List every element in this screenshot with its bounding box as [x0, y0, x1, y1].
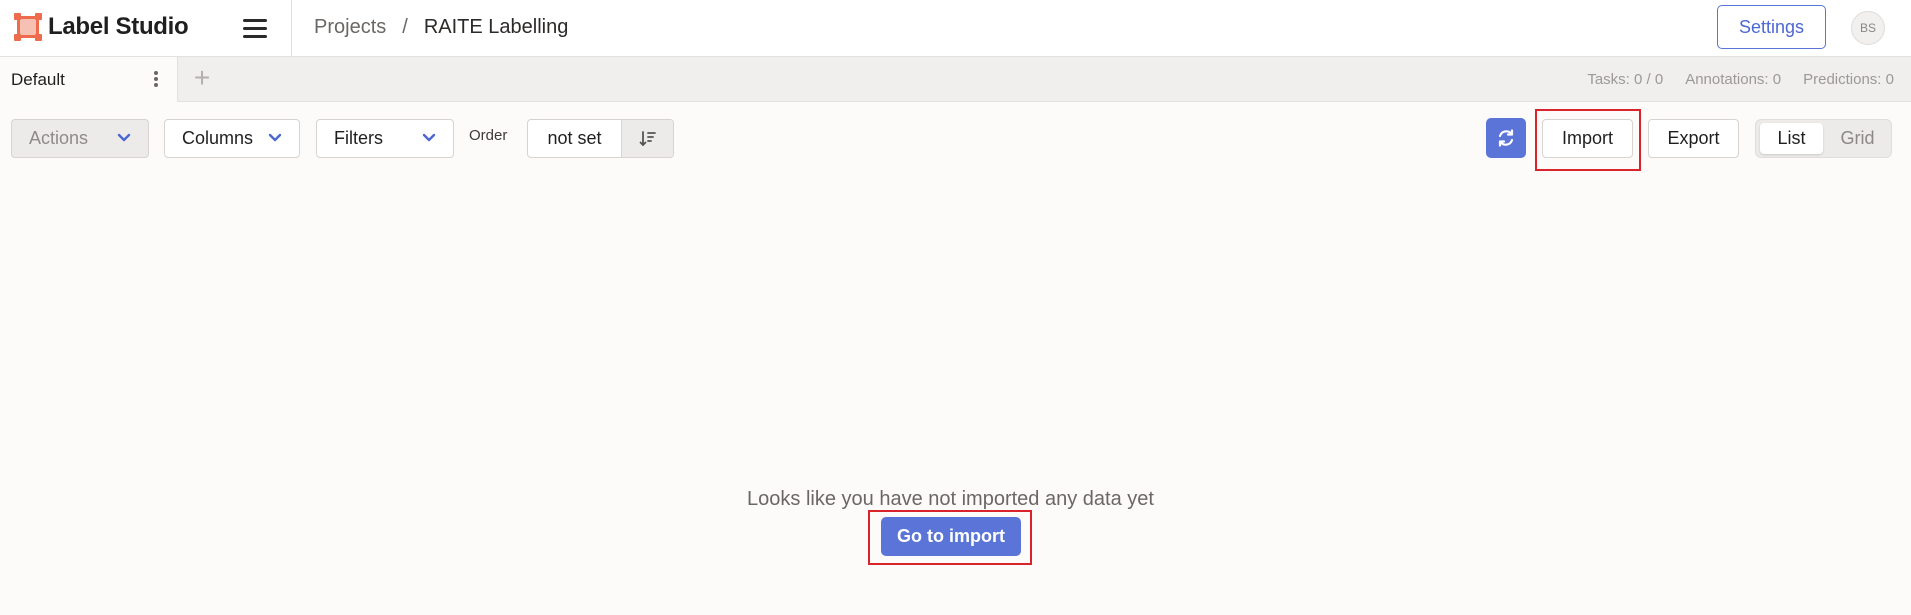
vertical-dots-icon[interactable] — [150, 69, 162, 89]
breadcrumb-current-project: RAITE Labelling — [423, 16, 569, 38]
columns-dropdown[interactable]: Columns — [164, 119, 300, 158]
tab-label: Default — [11, 70, 65, 89]
chevron-down-icon — [117, 133, 131, 142]
columns-label: Columns — [182, 128, 254, 148]
plus-icon[interactable]: + — [188, 64, 216, 93]
app-logo[interactable]: Label Studio — [14, 12, 189, 42]
settings-button[interactable]: Settings — [1717, 5, 1826, 49]
predictions-count: Predictions: 0 — [1803, 71, 1894, 88]
header-divider — [291, 0, 292, 57]
project-stats: Tasks: 0 / 0 Annotations: 0 Predictions:… — [1587, 71, 1894, 88]
chevron-down-icon — [422, 133, 436, 142]
breadcrumb-projects-link[interactable]: Projects — [314, 16, 386, 39]
export-button[interactable]: Export — [1648, 119, 1739, 158]
filters-dropdown[interactable]: Filters — [316, 119, 454, 158]
chevron-down-icon — [268, 133, 282, 142]
sort-direction-button[interactable] — [621, 120, 673, 157]
actions-label: Actions — [29, 128, 89, 148]
view-list-option[interactable]: List — [1760, 123, 1823, 154]
sort-descending-icon — [639, 130, 656, 146]
view-grid-option[interactable]: Grid — [1826, 123, 1889, 154]
breadcrumb: Projects / RAITE Labelling — [314, 16, 568, 39]
refresh-icon — [1498, 129, 1514, 147]
view-toggle: List Grid — [1755, 119, 1892, 158]
top-header: Label Studio Projects / RAITE Labelling … — [0, 0, 1911, 57]
actions-dropdown[interactable]: Actions — [11, 119, 149, 158]
order-select[interactable]: not set — [528, 120, 621, 157]
empty-state-message: Looks like you have not imported any dat… — [747, 488, 1154, 510]
hamburger-menu-icon[interactable] — [240, 14, 270, 42]
tasks-count: Tasks: 0 / 0 — [1587, 71, 1664, 88]
label-studio-logo-icon — [14, 13, 42, 41]
go-to-import-button[interactable]: Go to import — [881, 517, 1021, 556]
import-button[interactable]: Import — [1542, 119, 1633, 158]
filters-label: Filters — [334, 128, 383, 148]
tab-default[interactable]: Default — [0, 57, 178, 102]
refresh-button[interactable] — [1486, 118, 1526, 158]
tab-strip: Default + Tasks: 0 / 0 Annotations: 0 Pr… — [0, 57, 1911, 102]
breadcrumb-separator: / — [402, 16, 408, 38]
annotations-count: Annotations: 0 — [1685, 71, 1782, 88]
app-name: Label Studio — [48, 13, 189, 40]
order-control: not set — [527, 119, 674, 158]
avatar[interactable]: BS — [1851, 11, 1885, 45]
order-label: Order — [469, 127, 508, 144]
